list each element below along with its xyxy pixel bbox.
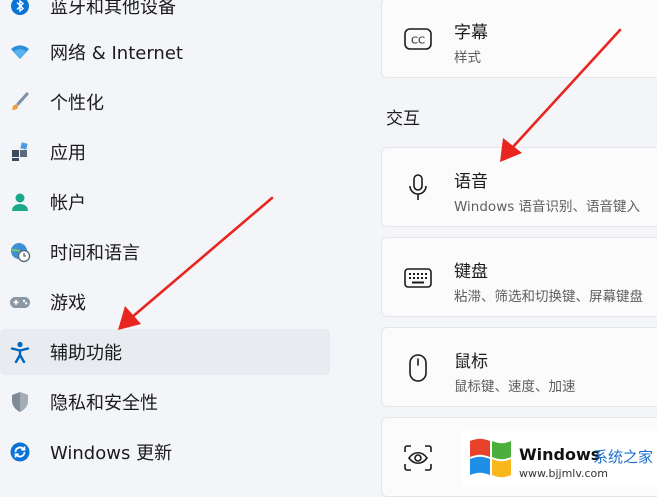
bluetooth-icon (8, 0, 32, 18)
card-subtitle: Windows 语音识别、语音键入 (454, 199, 641, 215)
apps-icon (8, 140, 32, 164)
shield-icon (8, 390, 32, 414)
section-header-interaction: 交互 (386, 109, 420, 129)
card-title: 鼠标 (454, 352, 488, 372)
sidebar-item-label: 帐户 (50, 193, 86, 214)
sidebar-item-privacy[interactable]: 隐私和安全性 (0, 379, 330, 425)
sidebar-item-network[interactable]: 网络 & Internet (0, 29, 330, 75)
card-keyboard[interactable]: 键盘 粘滞、筛选和切换键、屏幕键盘 (381, 237, 657, 317)
sidebar: 蓝牙和其他设备 网络 & Internet 个性化 应用 帐户 时间和语言 游戏… (0, 0, 340, 487)
card-title: 字幕 (454, 23, 488, 43)
sidebar-item-time-language[interactable]: 时间和语言 (0, 229, 330, 275)
card-title: 键盘 (454, 262, 488, 282)
card-subtitle: 鼠标键、速度、加速 (454, 379, 576, 395)
card-subtitle: 粘滞、筛选和切换键、屏幕键盘 (454, 289, 643, 305)
card-captions[interactable]: CC 字幕 样式 (381, 0, 657, 78)
sidebar-item-label: 辅助功能 (50, 343, 122, 364)
sidebar-item-apps[interactable]: 应用 (0, 129, 330, 175)
mouse-icon (402, 352, 434, 384)
account-icon (8, 190, 32, 214)
card-title: 语音 (454, 172, 488, 192)
keyboard-icon (402, 262, 434, 294)
watermark-brand: 系统之家 (593, 448, 654, 466)
sidebar-item-label: 应用 (50, 143, 86, 164)
sidebar-item-label: 游戏 (50, 293, 86, 314)
eye-control-icon (402, 442, 434, 474)
sidebar-item-bluetooth[interactable]: 蓝牙和其他设备 (0, 0, 330, 29)
windows-update-icon (8, 440, 32, 464)
card-speech[interactable]: 语音 Windows 语音识别、语音键入 (381, 147, 657, 227)
sidebar-item-label: 时间和语言 (50, 243, 140, 264)
sidebar-item-accessibility[interactable]: 辅助功能 (0, 329, 330, 375)
sidebar-item-personalization[interactable]: 个性化 (0, 79, 330, 125)
watermark: Windows 系统之家 www.bjjmlv.com (461, 431, 657, 487)
sidebar-item-label: 隐私和安全性 (50, 393, 158, 414)
globe-clock-icon (8, 240, 32, 264)
sidebar-item-label: 蓝牙和其他设备 (50, 0, 176, 18)
card-mouse[interactable]: 鼠标 鼠标键、速度、加速 (381, 327, 657, 407)
sidebar-item-accounts[interactable]: 帐户 (0, 179, 330, 225)
watermark-url: www.bjjmlv.com (519, 467, 608, 480)
svg-text:CC: CC (411, 36, 425, 47)
gamepad-icon (8, 290, 32, 314)
wifi-icon (8, 40, 32, 64)
sidebar-item-label: 个性化 (50, 93, 104, 114)
watermark-title: Windows (519, 445, 601, 464)
accessibility-icon (8, 340, 32, 364)
sidebar-item-label: Windows 更新 (50, 443, 173, 464)
card-subtitle: 样式 (454, 50, 481, 66)
main-content: CC 字幕 样式 交互 语音 Windows 语音识别、语音键入 键盘 粘滞、筛… (340, 0, 657, 497)
microphone-icon (402, 172, 434, 204)
brush-icon (8, 90, 32, 114)
windows-logo-icon (470, 438, 511, 478)
sidebar-item-gaming[interactable]: 游戏 (0, 279, 330, 325)
sidebar-item-label: 网络 & Internet (50, 43, 183, 64)
captions-icon: CC (402, 23, 434, 55)
sidebar-item-windows-update[interactable]: Windows 更新 (0, 429, 330, 475)
